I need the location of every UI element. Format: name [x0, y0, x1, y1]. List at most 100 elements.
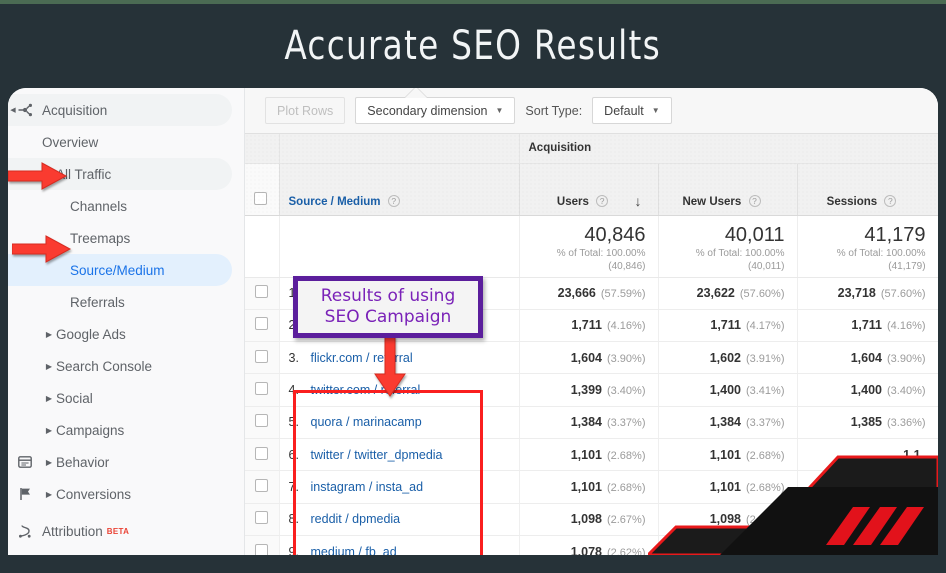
row-checkbox[interactable]: [255, 285, 269, 299]
row-new-users-value: 1,384: [709, 415, 741, 430]
sidebar-item-search-console[interactable]: ▶ Search Console: [8, 350, 244, 382]
sidebar-item-attribution[interactable]: Attribution BETA: [8, 515, 232, 547]
row-users-value: 1,101: [570, 447, 602, 462]
row-checkbox[interactable]: [255, 349, 269, 363]
sidebar-item-google-ads[interactable]: ▶ Google Ads: [8, 318, 244, 350]
table-row[interactable]: 5. quora / marinacamp 1,384 (3.37%) 1,384 (3.…: [245, 406, 938, 439]
top-accent-bar: [0, 0, 946, 4]
row-index: 5.: [288, 415, 299, 430]
caret-right-icon[interactable]: ▶: [42, 362, 56, 371]
sidebar-item-conversions[interactable]: ▶ Conversions: [8, 478, 244, 510]
row-sessions-cell: 1,385 (3.36%): [797, 406, 938, 439]
row-checkbox[interactable]: [255, 478, 269, 492]
row-sessions-cell: 1,400 (3.40%): [797, 373, 938, 407]
caret-right-icon[interactable]: ▶: [42, 458, 56, 467]
row-index: 8.: [288, 512, 299, 527]
row-sessions-value: 23,718: [837, 286, 876, 301]
row-source-medium-link[interactable]: instagram / insta_ad: [311, 480, 424, 494]
group-header-spacer: [245, 134, 280, 164]
sidebar-item-campaigns[interactable]: ▶ Campaigns: [8, 414, 244, 446]
row-checkbox-cell[interactable]: [245, 470, 280, 504]
row-users-pct: (3.37%): [606, 417, 646, 430]
caret-right-icon[interactable]: ▶: [42, 426, 56, 435]
row-checkbox-cell[interactable]: [245, 503, 280, 536]
title-bar: Accurate SEO Results: [0, 4, 946, 88]
row-new-users-cell: 1,384 (3.37%): [658, 406, 798, 439]
sidebar-item-label: Social: [56, 390, 93, 406]
row-new-users-cell: 1,400 (3.41%): [658, 373, 798, 407]
row-checkbox-cell[interactable]: [245, 309, 280, 343]
column-header-label: Source / Medium: [288, 195, 381, 208]
analytics-screenshot-panel: ◀AcquisitionOverview▼All TrafficChannels…: [8, 88, 938, 555]
sidebar-item-channels[interactable]: Channels: [8, 190, 244, 222]
select-all-header[interactable]: [245, 163, 280, 216]
sidebar-item-label: Treemaps: [70, 230, 131, 246]
sidebar-item-label: Behavior: [56, 454, 110, 470]
row-index: 4.: [288, 383, 299, 398]
caret-right-icon[interactable]: ▶: [42, 490, 56, 499]
question-mark-icon[interactable]: ?: [596, 194, 609, 207]
row-source-medium-link[interactable]: quora / marinacamp: [311, 415, 422, 429]
row-source-medium-link[interactable]: medium / fb_ad: [311, 545, 397, 555]
column-header-users[interactable]: Users ? ↓: [519, 163, 659, 216]
row-new-users-cell: 23,622 (57.60%): [658, 277, 798, 310]
row-checkbox-cell[interactable]: [245, 406, 280, 439]
row-new-users-pct: (4.17%): [745, 320, 785, 333]
row-source-medium-link[interactable]: reddit / dpmedia: [311, 512, 401, 526]
caret-right-icon[interactable]: ▶: [42, 330, 56, 339]
screenshot-stage: Accurate SEO Results ◀ Acquisition Overvie…: [0, 0, 946, 573]
row-index: 9.: [288, 544, 299, 555]
caret-right-icon[interactable]: ▶: [42, 394, 56, 403]
sort-descending-arrow-icon[interactable]: ↓: [635, 193, 642, 209]
row-checkbox-cell[interactable]: [245, 438, 280, 472]
row-checkbox-cell[interactable]: [245, 277, 280, 310]
row-checkbox[interactable]: [255, 382, 269, 396]
table-row[interactable]: 3. flickr.com / referral 1,604 (3.90%) 1,602…: [245, 341, 938, 375]
sidebar-item-referrals[interactable]: Referrals: [8, 286, 244, 318]
row-users-pct: (2.68%): [606, 481, 646, 494]
select-all-checkbox[interactable]: [254, 191, 267, 205]
table-header-row: Source / Medium ? Users ? ↓ New Users ?: [245, 163, 938, 216]
table-totals-row: 40,846 % of Total: 100.00% (40,846) 40,0…: [245, 215, 938, 278]
column-header-source-medium[interactable]: Source / Medium ?: [279, 163, 520, 216]
question-mark-icon[interactable]: ?: [884, 194, 897, 207]
row-checkbox-cell[interactable]: [245, 373, 280, 407]
row-checkbox[interactable]: [255, 317, 269, 331]
totals-pct: % of Total: 100.00%: [836, 247, 926, 259]
row-users-cell: 1,101 (2.68%): [519, 470, 659, 504]
row-checkbox[interactable]: [255, 414, 269, 428]
caret-right-icon[interactable]: ◀: [8, 106, 20, 114]
question-mark-icon[interactable]: ?: [748, 194, 761, 207]
row-users-pct: (2.62%): [606, 546, 646, 555]
sidebar-item-behavior[interactable]: ▶ Behavior: [8, 446, 244, 478]
question-mark-icon[interactable]: ?: [387, 194, 400, 207]
sidebar-nav-list: ◀AcquisitionOverview▼All TrafficChannels…: [8, 88, 244, 510]
row-checkbox[interactable]: [255, 543, 269, 555]
row-source-medium-link[interactable]: twitter / twitter_dpmedia: [311, 448, 443, 462]
toolbar-notch-icon: [405, 88, 427, 98]
row-new-users-pct: (3.91%): [745, 352, 785, 365]
page-title: Accurate SEO Results: [284, 23, 662, 69]
sidebar-item-overview[interactable]: Overview: [8, 126, 244, 158]
group-header-spacer: [279, 134, 520, 164]
report-toolbar: Plot Rows Secondary dimension ▼ Sort Typ…: [245, 88, 938, 134]
row-checkbox-cell[interactable]: [245, 535, 280, 555]
secondary-dimension-button[interactable]: Secondary dimension ▼: [355, 97, 516, 124]
row-sessions-value: 1,400: [850, 383, 882, 398]
table-group-header-row: Acquisition: [245, 134, 938, 164]
table-row[interactable]: 4. twitter.com / referral 1,399 (3.40%) 1,40…: [245, 373, 938, 407]
row-checkbox-cell[interactable]: [245, 341, 280, 375]
row-checkbox[interactable]: [255, 511, 269, 525]
row-users-pct: (3.90%): [606, 352, 646, 365]
sort-type-select[interactable]: Default ▼: [592, 97, 672, 124]
sidebar-item-label: Campaigns: [56, 422, 125, 438]
plot-rows-button[interactable]: Plot Rows: [265, 97, 346, 124]
column-header-new-users[interactable]: New Users ?: [658, 163, 798, 216]
sidebar-item-acquisition[interactable]: ◀ Acquisition: [8, 94, 232, 126]
sidebar-item-social[interactable]: ▶ Social: [8, 382, 244, 414]
row-new-users-pct: (3.37%): [745, 417, 785, 430]
totals-spacer: [245, 215, 280, 278]
column-header-sessions[interactable]: Sessions ?: [797, 163, 938, 216]
row-new-users-cell: 1,711 (4.17%): [658, 309, 798, 343]
row-checkbox[interactable]: [255, 446, 269, 460]
